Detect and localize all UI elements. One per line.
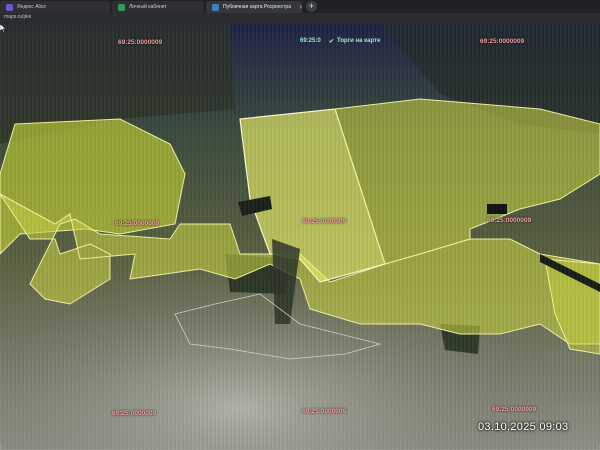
address-bar[interactable]: maps.ru/pkk bbox=[0, 13, 600, 24]
parcel-label[interactable]: 69:25:0000009 bbox=[487, 217, 531, 224]
tab-label: Личный кабинет bbox=[129, 4, 167, 10]
parcel-label[interactable]: 69:25:0000009 bbox=[480, 38, 524, 45]
assistant-icon bbox=[6, 3, 13, 11]
trade-toggle-label: Торги на карте bbox=[337, 38, 381, 44]
parcel-label[interactable]: 69:25:0000009 bbox=[118, 39, 162, 46]
parcel-label[interactable]: 69:25:0000009 bbox=[302, 218, 346, 225]
account-icon bbox=[118, 3, 125, 11]
trade-on-map-toggle[interactable]: ✔ Торги на карте bbox=[329, 38, 380, 45]
photo-timestamp: 03.10.2025 09:03 bbox=[478, 421, 569, 433]
mouse-cursor-icon bbox=[0, 24, 6, 32]
tab-label: Публичная карта Росреестра bbox=[223, 4, 291, 10]
cadastral-map[interactable]: 69:25:0 ✔ Торги на карте 69:25:0000009 6… bbox=[0, 24, 600, 450]
url-text: maps.ru/pkk bbox=[4, 14, 32, 20]
tab-personal-account[interactable]: Личный кабинет bbox=[112, 1, 204, 13]
map-icon bbox=[212, 3, 219, 11]
close-icon[interactable]: ✕ bbox=[299, 4, 302, 11]
tab-public-cadastral-map[interactable]: Публичная карта Росреестра ✕ bbox=[206, 1, 302, 13]
tab-label: Яндекс Alice bbox=[17, 4, 47, 10]
plus-icon[interactable]: + bbox=[306, 1, 317, 12]
map-canvas bbox=[0, 24, 600, 450]
browser-tab-bar: Яндекс Alice Личный кабинет Публичная ка… bbox=[0, 0, 600, 13]
parcel-label[interactable]: 69:25:0000009 bbox=[492, 406, 536, 413]
zoom-level-readout: 69:25:0 bbox=[300, 38, 321, 44]
check-icon[interactable]: ✔ bbox=[329, 38, 334, 45]
parcel-label[interactable]: 69:25:0000009 bbox=[302, 408, 346, 415]
parcel-label[interactable]: 69:25:0000009 bbox=[115, 220, 159, 227]
building bbox=[487, 204, 507, 214]
parcel-label[interactable]: 69:25:0000009 bbox=[112, 410, 156, 417]
tab-yandex-alice[interactable]: Яндекс Alice bbox=[0, 1, 110, 13]
